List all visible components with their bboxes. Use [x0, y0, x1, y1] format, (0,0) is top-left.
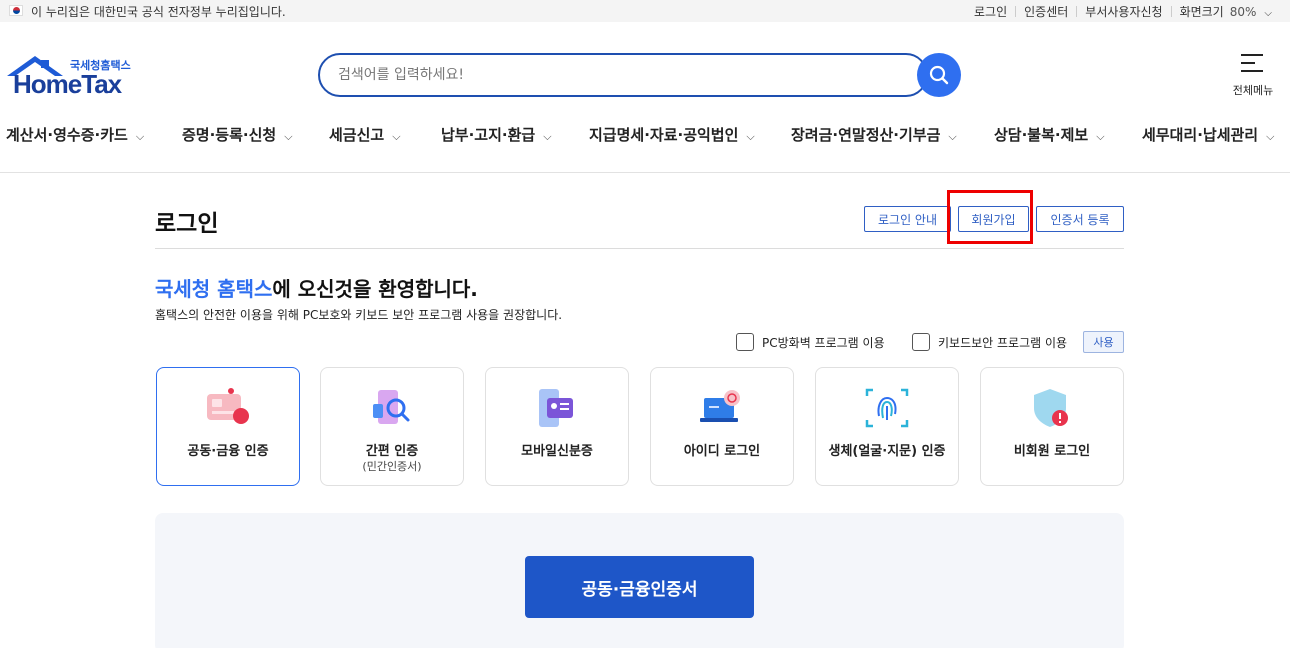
welcome-rest: 에 오신것을 환영합니다. [272, 277, 478, 301]
keyboard-security-label: 키보드보안 프로그램 이용 [938, 335, 1068, 350]
gov-banner-text: 이 누리집은 대한민국 공식 전자정부 누리집입니다. [31, 5, 286, 19]
chevron-down-icon: ⌵ [1096, 130, 1105, 143]
nav-label: 세무대리·납세관리 [1142, 126, 1259, 144]
zoom-value: 80% [1229, 5, 1257, 19]
method-label: 아이디 로그인 [683, 444, 761, 459]
nav-item-tax-return[interactable]: 세금신고 ⌵ [329, 124, 401, 145]
use-button[interactable]: 사용 [1083, 331, 1124, 353]
hometax-logo[interactable]: 국세청홈택스 HomeTax [5, 54, 140, 99]
method-label: 비회원 로그인 [1013, 444, 1091, 459]
search-button[interactable] [917, 53, 961, 97]
chevron-down-icon: ⌵ [392, 130, 401, 143]
chevron-down-icon: ⌵ [948, 130, 957, 143]
method-label: 모바일신분증 [521, 444, 593, 459]
method-joint-cert[interactable]: 공동·금융 인증 [156, 367, 300, 486]
cert-register-button[interactable]: 인증서 등록 [1036, 206, 1124, 232]
method-biometric[interactable]: 생체(얼굴·지문) 인증 [815, 367, 959, 486]
page-title: 로그인 [155, 211, 219, 237]
top-utility-links: 로그인 인증센터 부서사용자신청 화면크기 80% ⌵ [966, 3, 1272, 20]
keyboard-security-option[interactable]: 키보드보안 프로그램 이용 [912, 333, 1067, 351]
joint-cert-login-button[interactable]: 공동·금융인증서 [525, 556, 754, 618]
nav-item-incentive[interactable]: 장려금·연말정산·기부금 ⌵ [791, 124, 957, 145]
all-menu-button[interactable]: 전체메뉴 [1228, 54, 1278, 98]
search-box [318, 53, 928, 97]
method-guest-login[interactable]: 비회원 로그인 [980, 367, 1124, 486]
nav-label: 계산서·영수증·카드 [6, 126, 128, 144]
chevron-down-icon: ⌵ [746, 130, 755, 143]
method-id-login[interactable]: 아이디 로그인 [650, 367, 794, 486]
nav-label: 증명·등록·신청 [182, 126, 277, 144]
welcome-subtext: 홈택스의 안전한 이용을 위해 PC보호와 키보드 보안 프로그램 사용을 권장… [155, 308, 563, 322]
korea-flag-icon [9, 5, 23, 16]
nav-item-consultation[interactable]: 상담·불복·제보 ⌵ [994, 124, 1105, 145]
method-label: 공동·금융 인증 [187, 444, 269, 459]
zoom-label: 화면크기 [1179, 5, 1224, 19]
nav-label: 상담·불복·제보 [994, 126, 1089, 144]
login-guide-button[interactable]: 로그인 안내 [864, 206, 951, 232]
nav-label: 세금신고 [329, 126, 385, 144]
shield-alert-icon [1034, 389, 1068, 427]
signup-highlight-box [947, 190, 1033, 244]
pc-firewall-option[interactable]: PC방화벽 프로그램 이용 [736, 333, 885, 351]
chevron-down-icon: ⌵ [543, 130, 552, 143]
nav-item-certificate[interactable]: 증명·등록·신청 ⌵ [182, 124, 293, 145]
gov-banner: 이 누리집은 대한민국 공식 전자정부 누리집입니다. 로그인 인증센터 부서사… [0, 0, 1290, 22]
chevron-down-icon: ⌵ [1264, 8, 1272, 19]
laptop-login-icon [700, 390, 740, 422]
method-mobile-id[interactable]: 모바일신분증 [485, 367, 629, 486]
chevron-down-icon: ⌵ [1266, 130, 1275, 143]
all-menu-label: 전체메뉴 [1232, 84, 1274, 97]
zoom-control[interactable]: 화면크기 80% ⌵ [1172, 3, 1272, 20]
method-sublabel: (민간인증서) [362, 460, 422, 473]
welcome-accent: 국세청 홈택스 [155, 277, 273, 301]
keyboard-security-checkbox[interactable] [912, 333, 930, 351]
fingerprint-icon [865, 388, 909, 428]
main-navigation: 계산서·영수증·카드 ⌵ 증명·등록·신청 ⌵ 세금신고 ⌵ 납부·고지·환급 ⌵ 지급… [0, 124, 1290, 148]
nav-label: 납부·고지·환급 [441, 126, 536, 144]
hamburger-icon [1241, 54, 1263, 78]
phone-search-icon [373, 390, 410, 424]
method-simple-cert[interactable]: 간편 인증 (민간인증서) [320, 367, 464, 486]
nav-item-payment-statement[interactable]: 지급명세·자료·공익법인 ⌵ [589, 124, 755, 145]
nav-label: 장려금·연말정산·기부금 [791, 126, 941, 144]
top-link-cert-center[interactable]: 인증센터 [1016, 3, 1076, 20]
title-divider [155, 248, 1124, 249]
nav-label: 지급명세·자료·공익법인 [589, 126, 739, 144]
nav-divider [0, 172, 1290, 173]
search-icon [929, 65, 949, 85]
search-input[interactable] [338, 55, 918, 95]
mobile-id-icon [539, 389, 573, 427]
logo-wordmark: HomeTax [13, 69, 122, 99]
top-link-dept-user[interactable]: 부서사용자신청 [1077, 3, 1170, 20]
chevron-down-icon: ⌵ [135, 130, 145, 143]
welcome-heading: 국세청 홈택스에 오신것을 환영합니다. [155, 273, 478, 302]
top-link-login[interactable]: 로그인 [966, 3, 1015, 20]
nav-item-invoice[interactable]: 계산서·영수증·카드 ⌵ [6, 124, 144, 145]
chevron-down-icon: ⌵ [284, 130, 293, 143]
pc-firewall-label: PC방화벽 프로그램 이용 [762, 335, 885, 350]
method-label: 간편 인증 [365, 444, 419, 459]
nav-item-tax-agent[interactable]: 세무대리·납세관리 ⌵ [1142, 124, 1274, 145]
nav-item-payment[interactable]: 납부·고지·환급 ⌵ [441, 124, 552, 145]
method-label: 생체(얼굴·지문) 인증 [828, 444, 946, 459]
cert-card-icon [207, 388, 249, 424]
pc-firewall-checkbox[interactable] [736, 333, 754, 351]
